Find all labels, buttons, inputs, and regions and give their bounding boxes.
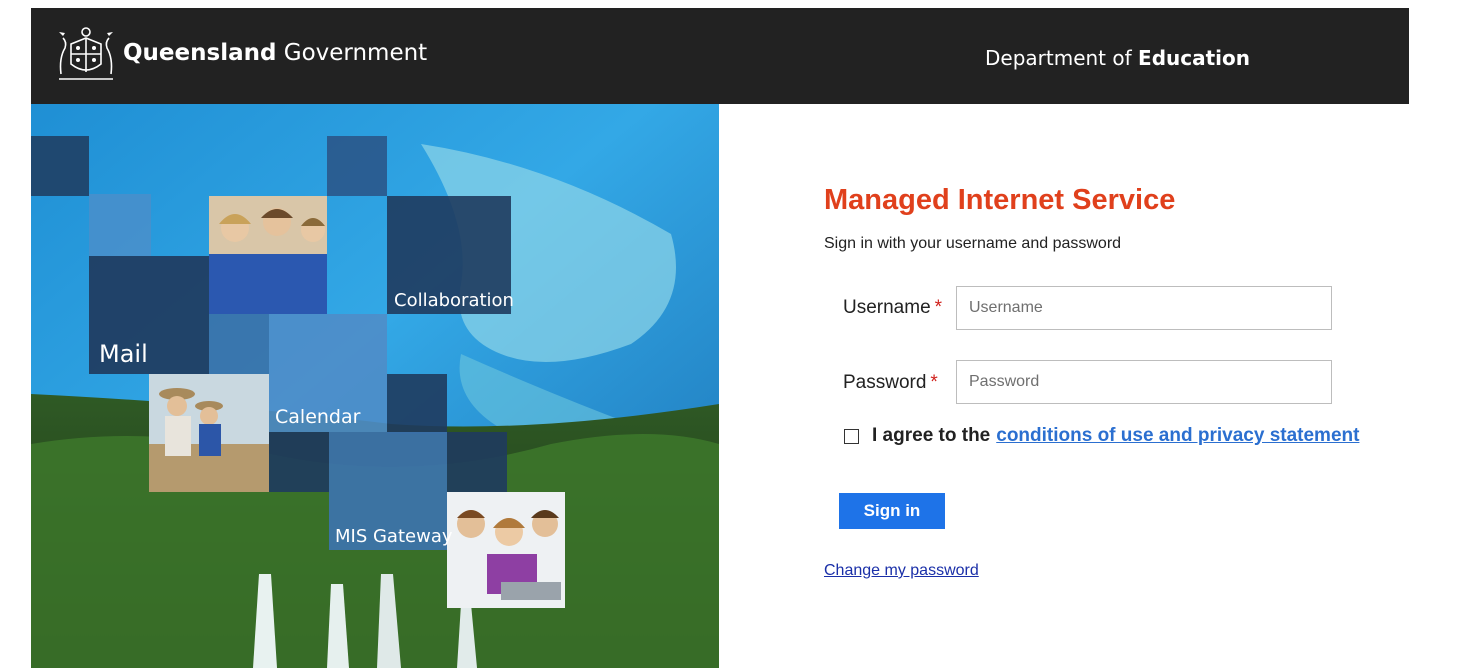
hero-collage-image: Mail Collaboration Calendar MIS Gateway: [31, 104, 719, 668]
sign-in-button[interactable]: Sign in: [839, 493, 945, 529]
password-label-text: Password: [843, 372, 927, 393]
password-input[interactable]: [956, 360, 1332, 404]
tile-label-collaboration: Collaboration: [394, 290, 514, 311]
required-marker: *: [930, 372, 938, 393]
students-reading-photo: [209, 196, 327, 314]
tile-label-mail: Mail: [99, 340, 148, 368]
agree-row: I agree to the conditions of use and pri…: [844, 425, 1359, 447]
agree-checkbox[interactable]: [844, 428, 859, 444]
tile-label-calendar: Calendar: [275, 406, 361, 428]
header-bar: Queensland Government Department of Educ…: [31, 8, 1409, 104]
change-password-link[interactable]: Change my password: [824, 562, 979, 580]
queensland-crest-icon: [59, 27, 113, 80]
hero-illustration: Mail Collaboration Calendar MIS Gateway: [31, 104, 719, 668]
brand-wordmark: Queensland Government: [123, 40, 427, 66]
children-laptop-photo: [447, 492, 565, 608]
agree-text: I agree to the: [872, 425, 991, 446]
conditions-link[interactable]: conditions of use and privacy statement: [996, 425, 1359, 447]
dept-strong: Education: [1138, 46, 1250, 70]
farmers-photo: [149, 374, 269, 492]
required-marker: *: [934, 297, 943, 318]
department-name: Department of Education: [985, 46, 1250, 70]
tile-label-mis-gateway: MIS Gateway: [335, 526, 453, 547]
username-label: Username *: [843, 297, 942, 319]
dept-prefix: Department of: [985, 46, 1132, 70]
brand-strong: Queensland: [123, 40, 277, 66]
login-subtitle: Sign in with your username and password: [824, 235, 1122, 252]
username-label-text: Username: [843, 297, 931, 318]
brand-light: Government: [283, 40, 428, 66]
password-label: Password *: [843, 372, 938, 394]
page-title: Managed Internet Service: [824, 184, 1176, 216]
username-input[interactable]: [956, 286, 1332, 330]
